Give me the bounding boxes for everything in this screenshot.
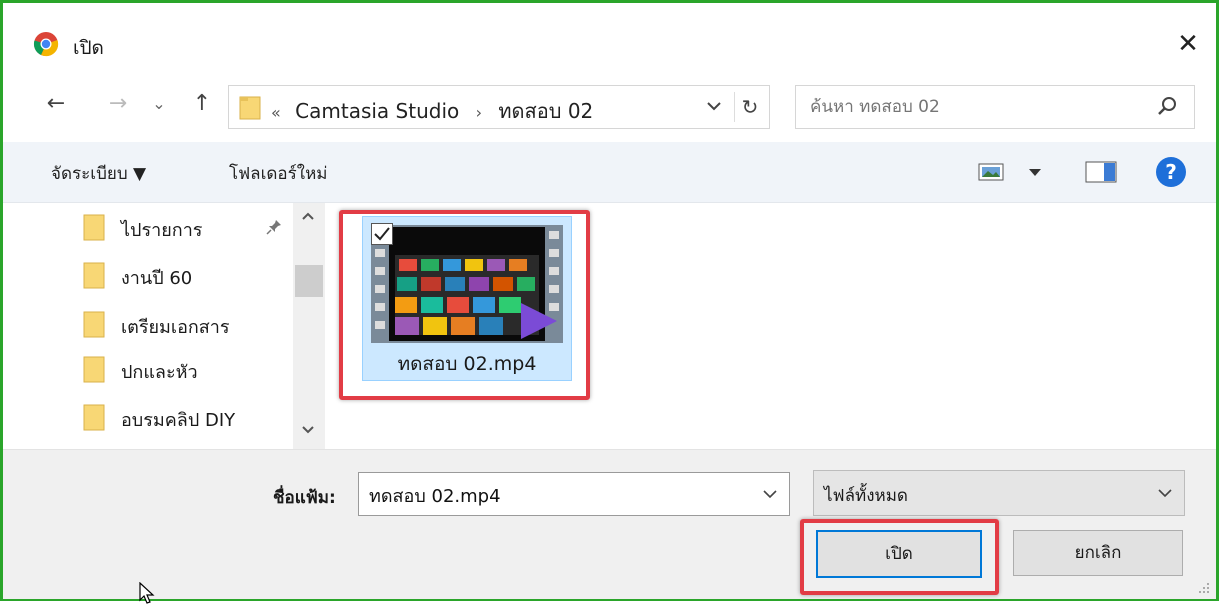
up-button[interactable]: ↑ <box>187 89 217 119</box>
view-dropdown-icon[interactable] <box>1027 166 1043 178</box>
open-file-dialog: เปิด ✕ ← → ⌄ ↑ « Camtasia Studio › ทดสอบ… <box>0 0 1219 601</box>
command-toolbar: จัดระเบียบ ▼ โฟลเดอร์ใหม่ ? <box>3 142 1216 203</box>
filename-input[interactable] <box>367 482 751 508</box>
sidebar-item-label: งานปี 60 <box>121 268 193 289</box>
svg-text:?: ? <box>1165 160 1177 184</box>
forward-button[interactable]: → <box>101 89 135 119</box>
scrollbar-thumb[interactable] <box>295 265 323 297</box>
folder-icon <box>83 311 105 338</box>
filename-combobox[interactable] <box>358 472 790 516</box>
pin-icon[interactable] <box>265 218 283 236</box>
file-type-value: ไฟล์ทั้งหมด <box>824 486 908 506</box>
view-options-icon[interactable] <box>978 162 1004 182</box>
resize-grip-icon[interactable] <box>1195 579 1211 595</box>
refresh-button[interactable]: ↻ <box>734 92 765 122</box>
search-box[interactable] <box>795 85 1195 129</box>
folder-icon <box>83 262 105 289</box>
folder-icon <box>239 96 261 120</box>
highlight-box-open <box>800 519 999 595</box>
title-bar: เปิด ✕ <box>3 3 1216 67</box>
scroll-down-icon[interactable] <box>301 425 315 435</box>
help-icon[interactable]: ? <box>1155 156 1187 188</box>
recent-locations-button[interactable]: ⌄ <box>149 89 169 119</box>
close-icon[interactable]: ✕ <box>1173 29 1203 59</box>
search-icon[interactable] <box>1154 94 1180 120</box>
breadcrumb: « Camtasia Studio › ทดสอบ 02 <box>271 95 593 127</box>
folder-icon <box>83 214 105 241</box>
sidebar-scrollbar[interactable] <box>293 203 325 449</box>
breadcrumb-camtasia[interactable]: Camtasia Studio <box>295 99 459 123</box>
sidebar-item-label: ไปรายการ <box>121 220 203 241</box>
sidebar-item-label: ปกและหัว <box>121 362 198 383</box>
scroll-up-icon[interactable] <box>301 211 315 221</box>
breadcrumb-current[interactable]: ทดสอบ 02 <box>498 99 593 123</box>
folder-icon <box>83 356 105 383</box>
address-bar[interactable]: « Camtasia Studio › ทดสอบ 02 ↻ <box>228 85 770 129</box>
organize-menu[interactable]: จัดระเบียบ ▼ <box>51 160 146 187</box>
search-input[interactable] <box>808 94 1142 120</box>
navigation-pane: ไปรายการ งานปี 60 เตรียมเอกสาร ปกและหัว … <box>3 203 325 449</box>
preview-pane-icon[interactable] <box>1085 161 1117 183</box>
chevron-down-icon[interactable] <box>1156 484 1174 502</box>
sidebar-item-label: เตรียมเอกสาร <box>121 317 230 338</box>
breadcrumb-overflow[interactable]: « <box>271 103 281 122</box>
highlight-box-file <box>339 210 590 400</box>
chrome-icon <box>33 32 59 57</box>
sidebar-item-label: อบรมคลิป DIY <box>121 410 236 431</box>
file-type-select[interactable]: ไฟล์ทั้งหมด <box>813 470 1185 516</box>
chevron-down-icon[interactable] <box>704 96 724 116</box>
dialog-title: เปิด <box>73 37 104 59</box>
back-button[interactable]: ← <box>39 89 73 119</box>
folder-icon <box>83 404 105 431</box>
chevron-down-icon[interactable] <box>761 485 779 503</box>
new-folder-button[interactable]: โฟลเดอร์ใหม่ <box>229 160 328 187</box>
breadcrumb-separator[interactable]: › <box>476 103 482 122</box>
cancel-button[interactable]: ยกเลิก <box>1013 530 1183 576</box>
filename-label: ชื่อแฟ้ม: <box>273 488 336 508</box>
